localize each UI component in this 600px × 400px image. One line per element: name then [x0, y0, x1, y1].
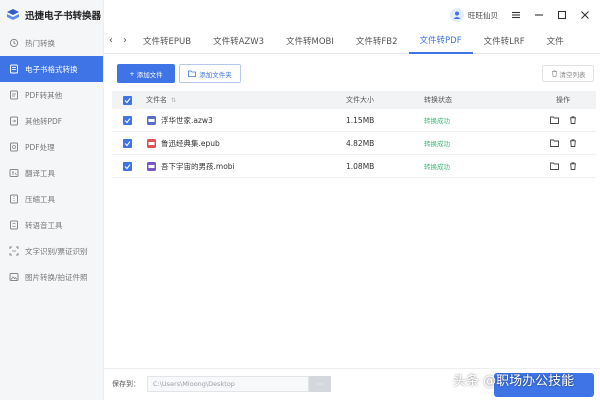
clear-list-button[interactable]: 清空列表: [542, 65, 594, 82]
sidebar-item-label: 图片转换/拍证件照: [25, 272, 88, 282]
add-file-button[interactable]: + 添加文件: [117, 64, 175, 83]
sort-icon[interactable]: ⇅: [171, 97, 176, 104]
sidebar-item-translate[interactable]: 翻译工具: [0, 160, 103, 186]
row-checkbox[interactable]: [122, 138, 132, 148]
avatar: [450, 8, 464, 22]
ocr-icon: [8, 246, 19, 257]
status-badge: 转换成功: [424, 117, 450, 125]
azw3-file-icon: [147, 115, 156, 125]
clear-list-label: 清空列表: [559, 70, 586, 79]
epub-file-icon: [147, 138, 156, 148]
flame-icon: [8, 38, 19, 49]
sidebar-item-label: 文字识别/票证识别: [25, 246, 88, 256]
file-size: 4.82MB: [346, 138, 375, 148]
column-header-action: 操作: [556, 96, 570, 104]
tab-scroll-right-icon[interactable]: ›: [118, 28, 132, 54]
add-folder-button[interactable]: 添加文件夹: [179, 64, 241, 83]
compress-icon: [8, 194, 19, 205]
file-convert-icon: [8, 116, 19, 127]
add-folder-label: 添加文件夹: [199, 70, 232, 79]
sidebar-item-label: 转语音工具: [25, 220, 63, 230]
open-folder-icon[interactable]: [549, 162, 559, 170]
sidebar-item-pdf-process[interactable]: PDF处理: [0, 134, 103, 160]
sidebar-item-speech[interactable]: 转语音工具: [0, 212, 103, 238]
sidebar-item-label: 电子书格式转换: [25, 64, 78, 74]
pdf-icon: [8, 90, 19, 101]
mobi-file-icon: [147, 161, 156, 171]
sidebar-item-label: 其他转PDF: [25, 116, 63, 126]
status-badge: 转换成功: [424, 163, 450, 171]
sidebar-item-label: PDF转其他: [25, 90, 63, 100]
table-row: 鲁迅经典集.epub 4.82MB 转换成功: [112, 132, 596, 155]
tab-more[interactable]: 文件: [536, 28, 575, 54]
sidebar-item-hot[interactable]: 热门转换: [0, 30, 103, 56]
sidebar-item-ocr[interactable]: 文字识别/票证识别: [0, 238, 103, 264]
pdf-tool-icon: [8, 142, 19, 153]
add-file-label: 添加文件: [136, 70, 163, 79]
file-table: 文件名 ⇅ 文件大小 转换状态 操作 浮华世家.azw3 1.15MB 转换成功…: [112, 91, 596, 178]
plus-icon: +: [129, 69, 135, 78]
column-header-status: 转换状态: [424, 96, 452, 104]
row-checkbox[interactable]: [122, 115, 132, 125]
file-name: 吾下宇宙的男孩.mobi: [161, 161, 235, 171]
image-icon: [8, 272, 19, 283]
row-checkbox[interactable]: [122, 161, 132, 171]
tab-to-lrf[interactable]: 文件转LRF: [473, 28, 536, 54]
trash-icon: [551, 70, 557, 77]
table-row: 吾下宇宙的男孩.mobi 1.08MB 转换成功: [112, 155, 596, 178]
table-row: 浮华世家.azw3 1.15MB 转换成功: [112, 109, 596, 132]
file-size: 1.15MB: [346, 115, 375, 125]
column-header-size: 文件大小: [346, 96, 374, 104]
select-all-checkbox[interactable]: [122, 95, 132, 105]
status-badge: 转换成功: [424, 140, 450, 148]
tab-scroll-left-icon[interactable]: ‹: [104, 28, 118, 54]
sidebar-item-other-to-pdf[interactable]: 其他转PDF: [0, 108, 103, 134]
save-to-label: 保存到：: [112, 380, 140, 388]
tab-to-pdf[interactable]: 文件转PDF: [408, 28, 473, 54]
sidebar-item-label: 压缩工具: [25, 194, 55, 204]
sidebar-item-compress[interactable]: 压缩工具: [0, 186, 103, 212]
delete-icon[interactable]: [569, 162, 577, 170]
format-tabs: ‹ › 文件转EPUB 文件转AZW3 文件转MOBI 文件转FB2 文件转PD…: [104, 28, 600, 54]
sidebar-item-ebook-convert[interactable]: 电子书格式转换: [0, 56, 103, 82]
close-icon[interactable]: [580, 10, 590, 20]
user-account[interactable]: 旺旺仙贝: [450, 8, 498, 22]
sidebar: 迅捷电子书转换器 热门转换 电子书格式转换 PDF转其他 其他转PDF PDF处…: [0, 0, 104, 400]
sidebar-item-label: 翻译工具: [25, 168, 55, 178]
browse-folder-button[interactable]: ···: [309, 376, 331, 392]
delete-icon[interactable]: [569, 139, 577, 147]
file-size: 1.08MB: [346, 161, 375, 171]
maximize-icon[interactable]: [557, 10, 567, 20]
open-folder-icon[interactable]: [549, 139, 559, 147]
app-title: 迅捷电子书转换器: [25, 11, 102, 22]
table-header: 文件名 ⇅ 文件大小 转换状态 操作: [112, 91, 596, 109]
file-toolbar: + 添加文件 添加文件夹 清空列表: [104, 54, 600, 92]
tab-to-epub[interactable]: 文件转EPUB: [132, 28, 202, 54]
file-name: 鲁迅经典集.epub: [161, 138, 220, 148]
title-bar: 旺旺仙贝: [104, 0, 600, 30]
file-name: 浮华世家.azw3: [161, 115, 213, 125]
speech-icon: [8, 220, 19, 231]
tab-to-azw3[interactable]: 文件转AZW3: [202, 28, 275, 54]
open-folder-icon[interactable]: [549, 116, 559, 124]
tab-to-fb2[interactable]: 文件转FB2: [345, 28, 409, 54]
user-name: 旺旺仙贝: [468, 10, 498, 20]
watermark: 头条 @职场办公技能: [453, 374, 575, 389]
translate-icon: [8, 168, 19, 179]
app-brand: 迅捷电子书转换器: [0, 0, 103, 30]
minimize-icon[interactable]: [534, 10, 544, 20]
sidebar-item-image[interactable]: 图片转换/拍证件照: [0, 264, 103, 290]
sidebar-item-label: 热门转换: [25, 38, 55, 48]
delete-icon[interactable]: [569, 116, 577, 124]
sidebar-item-pdf-to-other[interactable]: PDF转其他: [0, 82, 103, 108]
book-icon: [8, 64, 19, 75]
tab-to-mobi[interactable]: 文件转MOBI: [275, 28, 345, 54]
save-path-field[interactable]: C:\Users\Mloong\Desktop: [147, 376, 309, 392]
folder-icon: [188, 70, 197, 77]
menu-icon[interactable]: [511, 10, 521, 20]
sidebar-item-label: PDF处理: [25, 142, 55, 152]
app-logo-icon: [7, 9, 19, 20]
column-header-name: 文件名: [146, 96, 167, 104]
